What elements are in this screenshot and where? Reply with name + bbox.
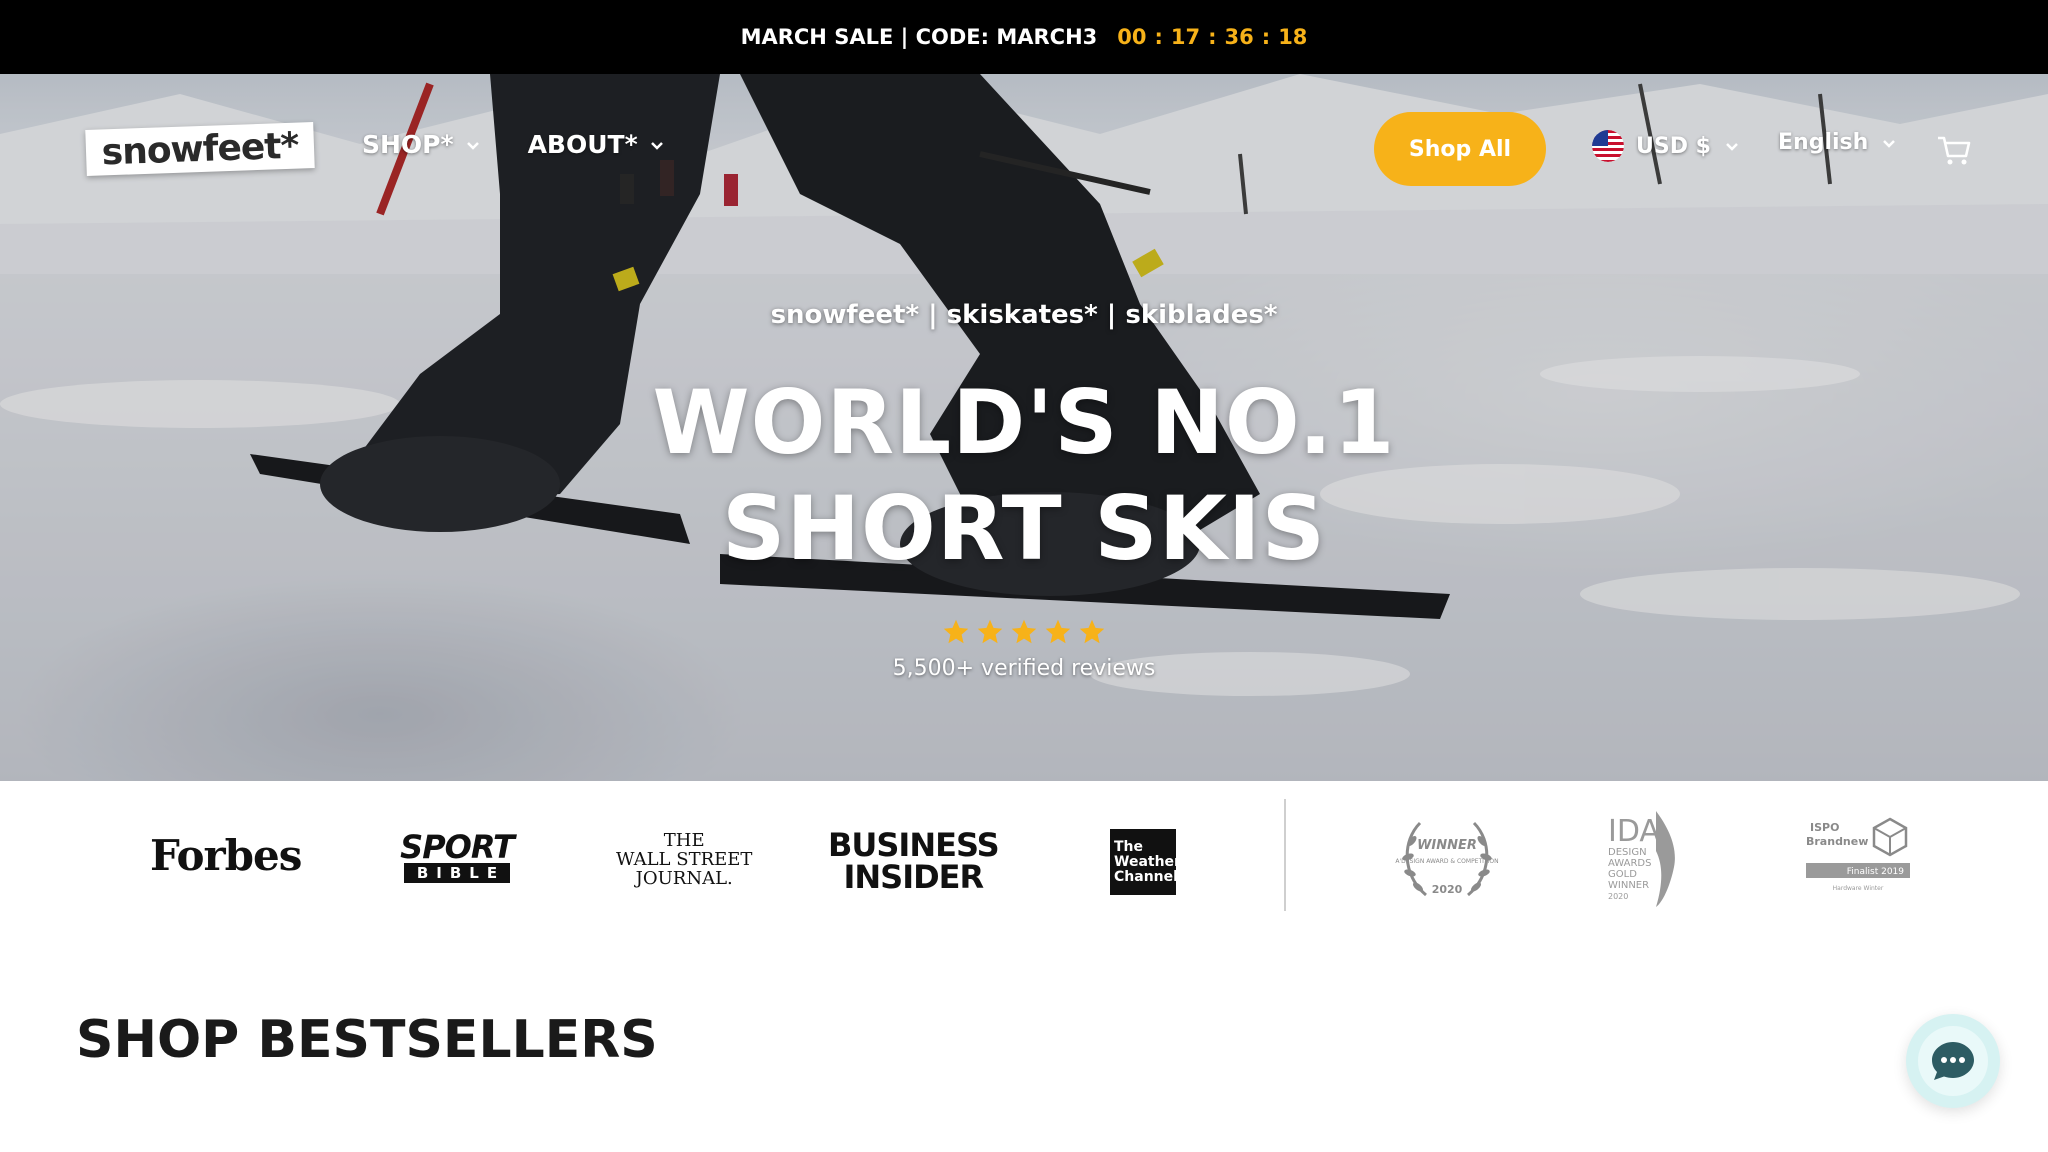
chevron-down-icon [1883,139,1896,148]
ispo-sub: Hardware Winter [1833,885,1884,892]
star-icon [943,619,969,644]
ida-line: WINNER [1608,880,1649,891]
award-winner-year: 2020 [1432,883,1463,896]
review-count[interactable]: 5,500+ verified reviews [0,656,2048,681]
wsj-line-1: THE [663,830,705,851]
hero-banner: snowfeet* SHOP* ABOUT* Shop All USD $ En… [0,74,2048,781]
star-icon [1011,619,1037,644]
business-insider-line-1: BUSINESS [828,826,1000,864]
hero-tagline: snowfeet* | skiskates* | skiblades* [770,300,1278,330]
countdown-timer: 00 : 17 : 36 : 18 [1117,25,1307,49]
weather-channel-logo: The Weather Channel [1110,829,1181,895]
weather-line-2: Weather [1114,853,1181,870]
language-selector[interactable]: English [1778,130,1898,155]
announcement-bar: MARCH SALE | CODE: MARCH3 00 : 17 : 36 :… [0,0,2048,74]
site-logo[interactable]: snowfeet* [85,122,315,176]
press-strip: Forbes SPORT BIBLE THE WALL STREET JOURN… [0,781,2048,933]
section-title-bestsellers: SHOP BESTSELLERS [76,1010,658,1070]
countdown-separator: : [1208,25,1217,49]
nav-about-label: ABOUT* [527,130,638,159]
star-icon [1079,619,1105,644]
press-divider [1284,799,1286,911]
countdown-separator: : [1261,25,1271,49]
hero-content: snowfeet* | skiskates* | skiblades* WORL… [0,300,2048,681]
nav-about[interactable]: ABOUT* [528,130,666,159]
chat-widget-inner [1918,1026,1988,1096]
wsj-line-3: JOURNAL. [635,868,733,889]
nav-shop[interactable]: SHOP* [362,130,482,159]
chat-widget-button[interactable] [1906,1014,2000,1108]
sport-bible-top: SPORT [400,828,515,866]
wsj-line-2: WALL STREET [616,849,753,870]
ida-bird-icon: IDA DESIGN AWARDS GOLD WINNER 2020 [1608,811,1675,907]
award-winner-title: WINNER [1417,838,1477,853]
star-icon [1045,619,1071,644]
chat-icon [1932,1042,1974,1080]
business-insider-line-2: INSIDER [843,858,984,896]
ida-line: AWARDS [1608,858,1651,869]
shop-all-button[interactable]: Shop All [1374,112,1546,186]
headline-line-1: WORLD'S NO.1 [652,371,1396,474]
headline-line-2: SHORT SKIS [722,477,1326,580]
main-nav: SHOP* ABOUT* [362,130,666,159]
wsj-logo: THE WALL STREET JOURNAL. [616,831,752,888]
countdown-hours: 17 [1170,25,1201,49]
ispo-title: ISPO [1810,821,1839,834]
nav-shop-label: SHOP* [362,130,454,159]
chevron-down-icon [466,141,479,150]
ispo-brand: Brandnew [1806,835,1868,848]
currency-selector[interactable]: USD $ [1592,130,1741,162]
weather-line-3: Channel [1114,868,1178,885]
ida-award-badge: IDA DESIGN AWARDS GOLD WINNER 2020 [1604,807,1700,911]
forbes-logo: Forbes [150,831,302,880]
currency-label: USD $ [1636,133,1711,159]
weather-line-1: The [1114,838,1144,855]
language-label: English [1778,130,1869,155]
laurel-icon: WINNER A'DESIGN AWARD & COMPETITION 2020 [1395,821,1499,897]
hero-headline: WORLD'S NO.1 SHORT SKIS [0,370,2048,582]
chevron-down-icon [1726,143,1738,151]
ida-line: GOLD [1608,869,1637,880]
countdown-seconds: 18 [1278,25,1308,49]
ispo-cube-icon: ISPO Brandnew Finalist 2019 Hardware Win… [1806,817,1910,892]
adesign-award-badge: WINNER A'DESIGN AWARD & COMPETITION 2020 [1392,811,1502,907]
countdown-minutes: 36 [1224,25,1254,49]
ida-line: 2020 [1608,892,1628,901]
sport-bible-bottom: BIBLE [404,863,510,883]
rating-stars [0,618,2048,646]
business-insider-logo: BUSINESS INSIDER [828,826,1000,896]
sport-bible-logo: SPORT BIBLE [400,831,515,883]
sale-text: MARCH SALE | CODE: MARCH3 [740,25,1098,49]
chevron-down-icon [650,141,663,150]
ispo-finalist: Finalist 2019 [1847,867,1904,877]
countdown-separator: : [1154,25,1163,49]
award-winner-sub: A'DESIGN AWARD & COMPETITION [1395,858,1498,865]
ispo-award-badge: ISPO Brandnew Finalist 2019 Hardware Win… [1806,815,1910,895]
us-flag-icon [1592,130,1624,162]
cart-icon[interactable] [1936,132,1972,168]
ida-title: IDA [1608,814,1660,849]
countdown-days: 00 [1117,25,1147,49]
star-icon [977,619,1003,644]
ida-line: DESIGN [1608,847,1647,858]
